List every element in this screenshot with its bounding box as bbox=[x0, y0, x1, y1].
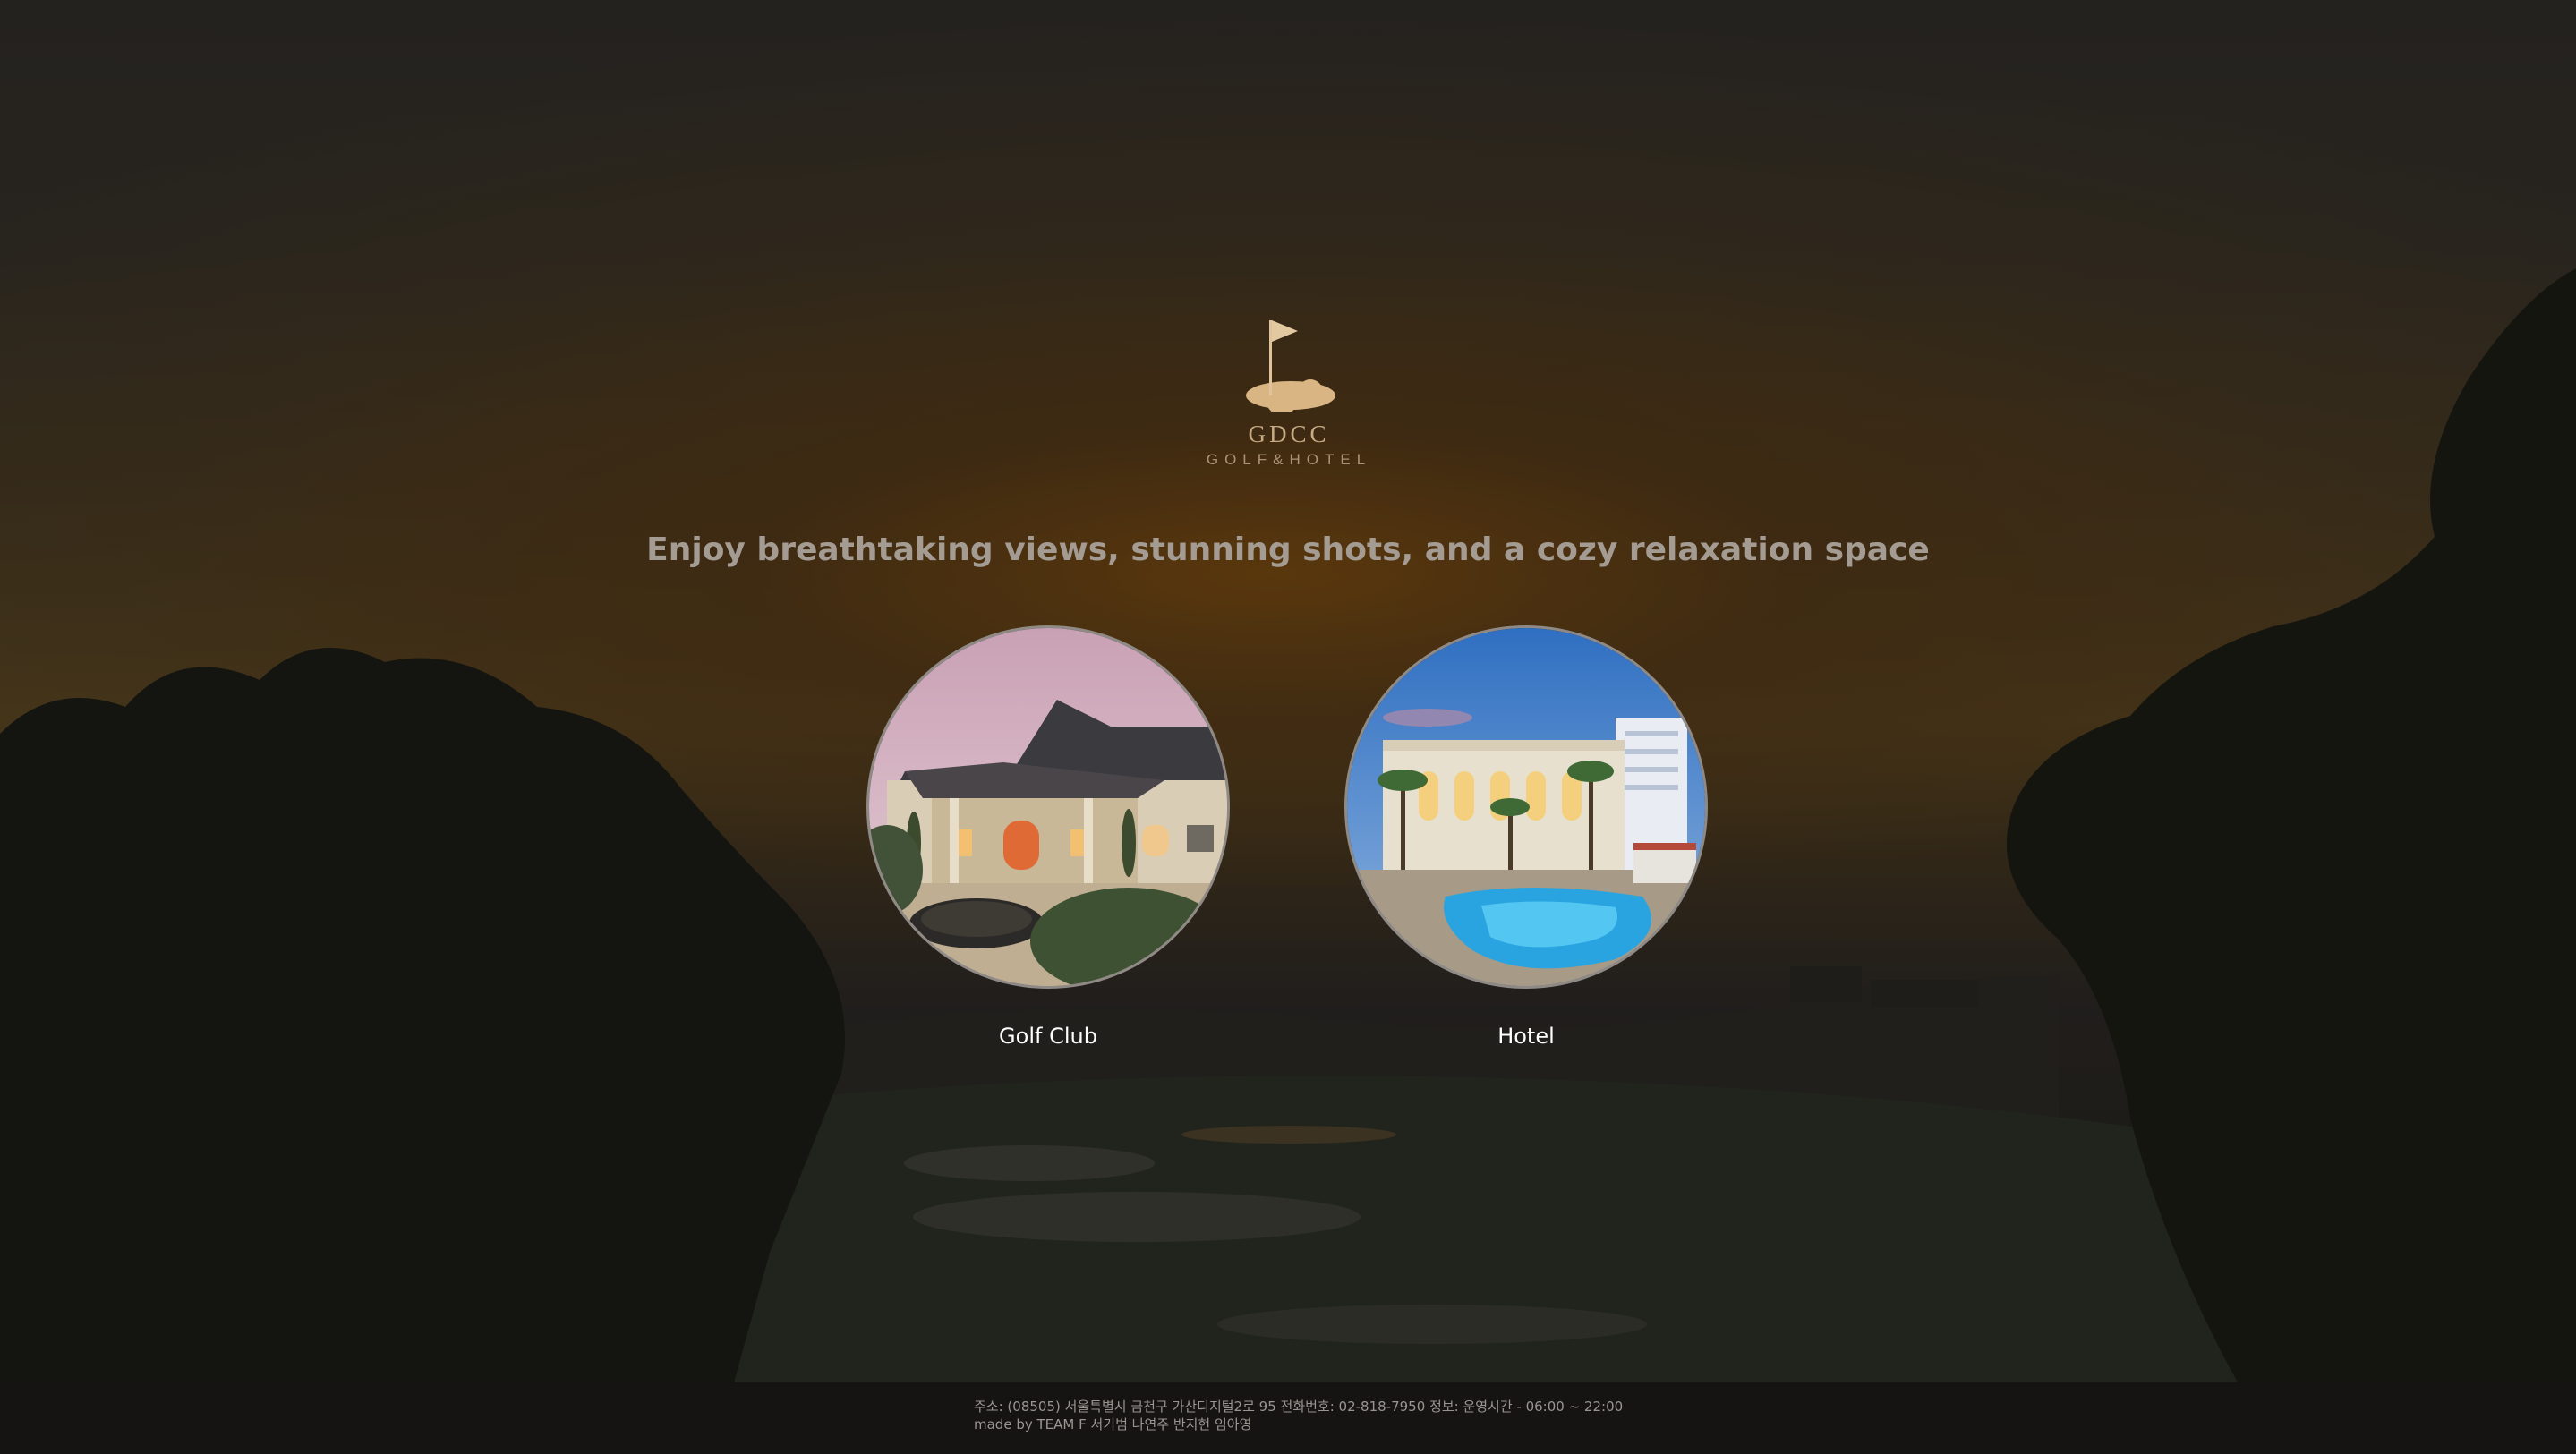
hotel-card[interactable]: Hotel bbox=[1344, 625, 1708, 1050]
landing-page: GDCC GOLF&HOTEL Enjoy breathtaking views… bbox=[0, 0, 2576, 1454]
golf-club-card[interactable]: Golf Club bbox=[866, 625, 1230, 1050]
footer-address: 주소: (08505) 서울특별시 금천구 가산디지털2로 95 전화번호: 0… bbox=[974, 1399, 1624, 1415]
golf-flag-icon bbox=[1246, 320, 1335, 412]
brand-name: GDCC bbox=[1248, 421, 1330, 447]
hotel-label[interactable]: Hotel bbox=[1344, 1023, 1708, 1050]
hero-headline: Enjoy breathtaking views, stunning shots… bbox=[646, 531, 1930, 568]
clubhouse-photo bbox=[869, 628, 1227, 986]
footer: 주소: (08505) 서울특별시 금천구 가산디지털2로 95 전화번호: 0… bbox=[0, 1382, 2576, 1454]
brand-logo[interactable]: GDCC GOLF&HOTEL bbox=[1173, 313, 1405, 483]
footer-info: 주소: (08505) 서울특별시 금천구 가산디지털2로 95 전화번호: 0… bbox=[974, 1398, 1623, 1433]
hotel-image[interactable] bbox=[1344, 625, 1708, 989]
golf-club-label[interactable]: Golf Club bbox=[866, 1023, 1230, 1050]
footer-credits: made by TEAM F 서기범 나연주 반지현 임아영 bbox=[974, 1416, 1252, 1433]
background-overlay bbox=[0, 0, 2576, 1382]
brand-tagline: GOLF&HOTEL bbox=[1206, 451, 1372, 468]
golf-club-image[interactable] bbox=[866, 625, 1230, 989]
hotel-pool-photo bbox=[1347, 628, 1705, 986]
